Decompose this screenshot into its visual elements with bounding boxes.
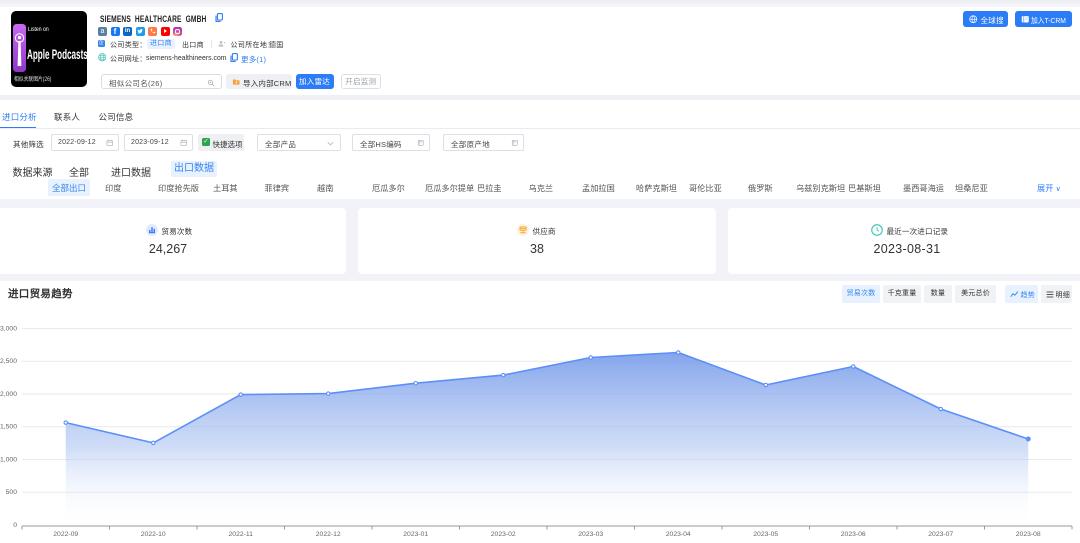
svg-text:2023-03: 2023-03 bbox=[578, 531, 603, 538]
svg-text:1,500: 1,500 bbox=[0, 424, 17, 431]
svg-text:2,000: 2,000 bbox=[0, 391, 17, 398]
svg-text:2023-07: 2023-07 bbox=[928, 531, 953, 538]
svg-text:2023-06: 2023-06 bbox=[841, 531, 866, 538]
svg-text:2023-02: 2023-02 bbox=[491, 531, 516, 538]
svg-text:2023-04: 2023-04 bbox=[666, 531, 691, 538]
svg-text:2022-10: 2022-10 bbox=[141, 531, 166, 538]
svg-text:2023-01: 2023-01 bbox=[403, 531, 428, 538]
svg-text:3,000: 3,000 bbox=[0, 325, 17, 332]
svg-text:0: 0 bbox=[13, 522, 17, 529]
svg-text:2022-11: 2022-11 bbox=[229, 531, 254, 538]
svg-text:2022-12: 2022-12 bbox=[316, 531, 341, 538]
svg-text:2022-09: 2022-09 bbox=[53, 531, 78, 538]
svg-text:2023-05: 2023-05 bbox=[753, 531, 778, 538]
svg-text:1,000: 1,000 bbox=[0, 456, 17, 463]
svg-text:500: 500 bbox=[6, 489, 18, 496]
svg-text:2,500: 2,500 bbox=[0, 358, 17, 365]
svg-text:2023-08: 2023-08 bbox=[1016, 531, 1041, 538]
